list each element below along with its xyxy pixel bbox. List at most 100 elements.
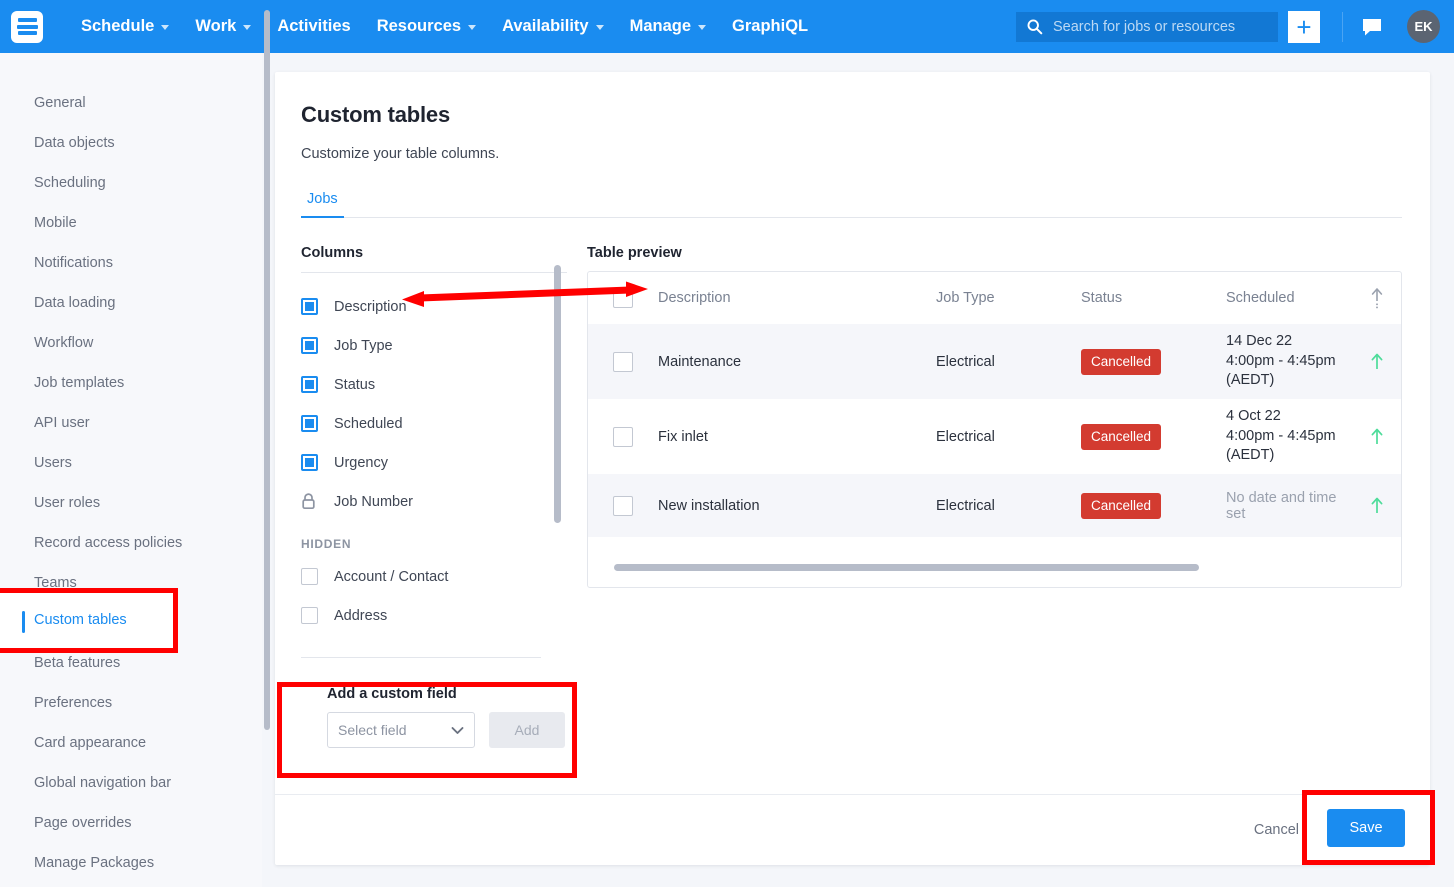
column-row-urgency[interactable]: Urgency [301, 443, 567, 482]
sidebar-item-data-loading[interactable]: Data loading [0, 283, 262, 323]
sidebar-item-page-overrides[interactable]: Page overrides [0, 803, 262, 843]
column-label: Status [334, 377, 375, 393]
checkbox-status[interactable] [301, 376, 318, 393]
sidebar-item-api-user[interactable]: API user [0, 403, 262, 443]
stacked-layers-logo-icon[interactable] [11, 11, 43, 43]
checkbox-account-contact[interactable] [301, 568, 318, 585]
search-input[interactable]: Search for jobs or resources [1016, 12, 1278, 42]
chevron-down-icon [161, 25, 169, 30]
chat-bubble-icon[interactable] [1361, 17, 1383, 37]
sidebar-item-workflow[interactable]: Workflow [0, 323, 262, 363]
sidebar-item-data-objects[interactable]: Data objects [0, 123, 262, 163]
table-preview-heading: Table preview [587, 245, 1402, 261]
cell-description: Fix inlet [658, 429, 936, 445]
hidden-columns-heading: HIDDEN [301, 537, 567, 551]
header-status[interactable]: Status [1081, 290, 1226, 306]
sidebar-item-record-access-policies[interactable]: Record access policies [0, 523, 262, 563]
checkbox-urgency[interactable] [301, 454, 318, 471]
sidebar-item-card-appearance[interactable]: Card appearance [0, 723, 262, 763]
sidebar-item-label: API user [34, 415, 90, 431]
column-label: Description [334, 299, 407, 315]
table-row[interactable]: New installation Electrical Cancelled No… [588, 474, 1401, 537]
columns-scrollbar[interactable] [554, 265, 561, 523]
header-description[interactable]: Description [658, 290, 936, 306]
cancel-button[interactable]: Cancel [1254, 822, 1299, 838]
cell-scheduled: No date and time set [1226, 490, 1353, 522]
cell-status: Cancelled [1081, 349, 1226, 375]
checkbox-scheduled[interactable] [301, 415, 318, 432]
table-row[interactable]: Maintenance Electrical Cancelled 14 Dec … [588, 324, 1401, 399]
sidebar-item-notifications[interactable]: Notifications [0, 243, 262, 283]
cell-urgency [1353, 496, 1401, 516]
column-row-account-contact[interactable]: Account / Contact [301, 557, 567, 596]
sidebar-item-mobile[interactable]: Mobile [0, 203, 262, 243]
visible-columns-list: Description Job Type Status Scheduled [301, 273, 567, 635]
sidebar-item-label: User roles [34, 495, 100, 511]
column-label: Address [334, 608, 387, 624]
sidebar-item-list: General Data objects Scheduling Mobile N… [0, 53, 262, 883]
nav-item-activities[interactable]: Activities [264, 11, 363, 42]
top-bar-right-cluster: Search for jobs or resources + EK [1016, 10, 1454, 43]
urgency-up-arrow-icon [1368, 352, 1386, 372]
column-row-scheduled[interactable]: Scheduled [301, 404, 567, 443]
row-checkbox[interactable] [613, 352, 633, 372]
sidebar-item-label: Beta features [34, 655, 120, 671]
select-all-cell [588, 288, 658, 308]
column-row-address[interactable]: Address [301, 596, 567, 635]
column-row-job-type[interactable]: Job Type [301, 326, 567, 365]
table-horizontal-scrollbar[interactable] [614, 564, 1199, 571]
sidebar-item-preferences[interactable]: Preferences [0, 683, 262, 723]
sidebar-item-custom-tables[interactable]: Custom tables [0, 603, 262, 643]
column-label: Urgency [334, 455, 388, 471]
main-menu: Schedule Work Activities Resources Avail… [68, 11, 821, 42]
sidebar-item-global-navigation-bar[interactable]: Global navigation bar [0, 763, 262, 803]
urgency-up-arrow-icon [1368, 496, 1386, 516]
nav-item-work[interactable]: Work [182, 11, 264, 42]
row-checkbox[interactable] [613, 427, 633, 447]
scheduled-time: 4:00pm - 4:45pm [1226, 352, 1353, 372]
sidebar-item-label: Job templates [34, 375, 124, 391]
add-field-button[interactable]: Add [489, 712, 565, 748]
avatar[interactable]: EK [1407, 10, 1440, 43]
field-select[interactable]: Select field [327, 712, 475, 748]
checkbox-description[interactable] [301, 298, 318, 315]
tab-bar: Jobs [301, 187, 1402, 218]
header-scheduled[interactable]: Scheduled [1226, 290, 1353, 306]
table-row[interactable]: Fix inlet Electrical Cancelled 4 Oct 22 … [588, 399, 1401, 474]
scheduled-timezone: (AEDT) [1226, 446, 1353, 466]
nav-item-availability[interactable]: Availability [489, 11, 617, 42]
checkbox-job-type[interactable] [301, 337, 318, 354]
tab-jobs[interactable]: Jobs [303, 187, 342, 217]
sidebar-item-label: Mobile [34, 215, 77, 231]
custom-tables-panel: Custom tables Customize your table colum… [275, 72, 1430, 865]
header-urgency[interactable] [1353, 286, 1401, 310]
save-button[interactable]: Save [1325, 811, 1403, 849]
select-all-checkbox[interactable] [613, 288, 633, 308]
sidebar-item-beta-features[interactable]: Beta features [0, 643, 262, 683]
sidebar-item-scheduling[interactable]: Scheduling [0, 163, 262, 203]
columns-pane: Columns Description Job Type Status [301, 245, 567, 658]
sidebar-item-manage-packages[interactable]: Manage Packages [0, 843, 262, 883]
nav-item-resources[interactable]: Resources [364, 11, 489, 42]
sidebar-item-general[interactable]: General [0, 83, 262, 123]
nav-label: Resources [377, 17, 461, 36]
nav-item-schedule[interactable]: Schedule [68, 11, 182, 42]
add-button[interactable]: + [1288, 11, 1320, 43]
sidebar-item-job-templates[interactable]: Job templates [0, 363, 262, 403]
header-job-type[interactable]: Job Type [936, 290, 1081, 306]
sidebar-item-label: General [34, 95, 86, 111]
column-row-description[interactable]: Description [301, 287, 567, 326]
nav-item-manage[interactable]: Manage [617, 11, 719, 42]
page-scrollbar[interactable] [264, 10, 270, 730]
nav-item-graphiql[interactable]: GraphiQL [719, 11, 821, 42]
columns-heading: Columns [301, 245, 567, 273]
settings-sidebar: General Data objects Scheduling Mobile N… [0, 53, 262, 887]
sidebar-item-user-roles[interactable]: User roles [0, 483, 262, 523]
checkbox-address[interactable] [301, 607, 318, 624]
sidebar-item-teams[interactable]: Teams [0, 563, 262, 603]
cell-status: Cancelled [1081, 424, 1226, 450]
sidebar-item-users[interactable]: Users [0, 443, 262, 483]
row-checkbox[interactable] [613, 496, 633, 516]
chevron-down-icon [468, 25, 476, 30]
column-row-status[interactable]: Status [301, 365, 567, 404]
